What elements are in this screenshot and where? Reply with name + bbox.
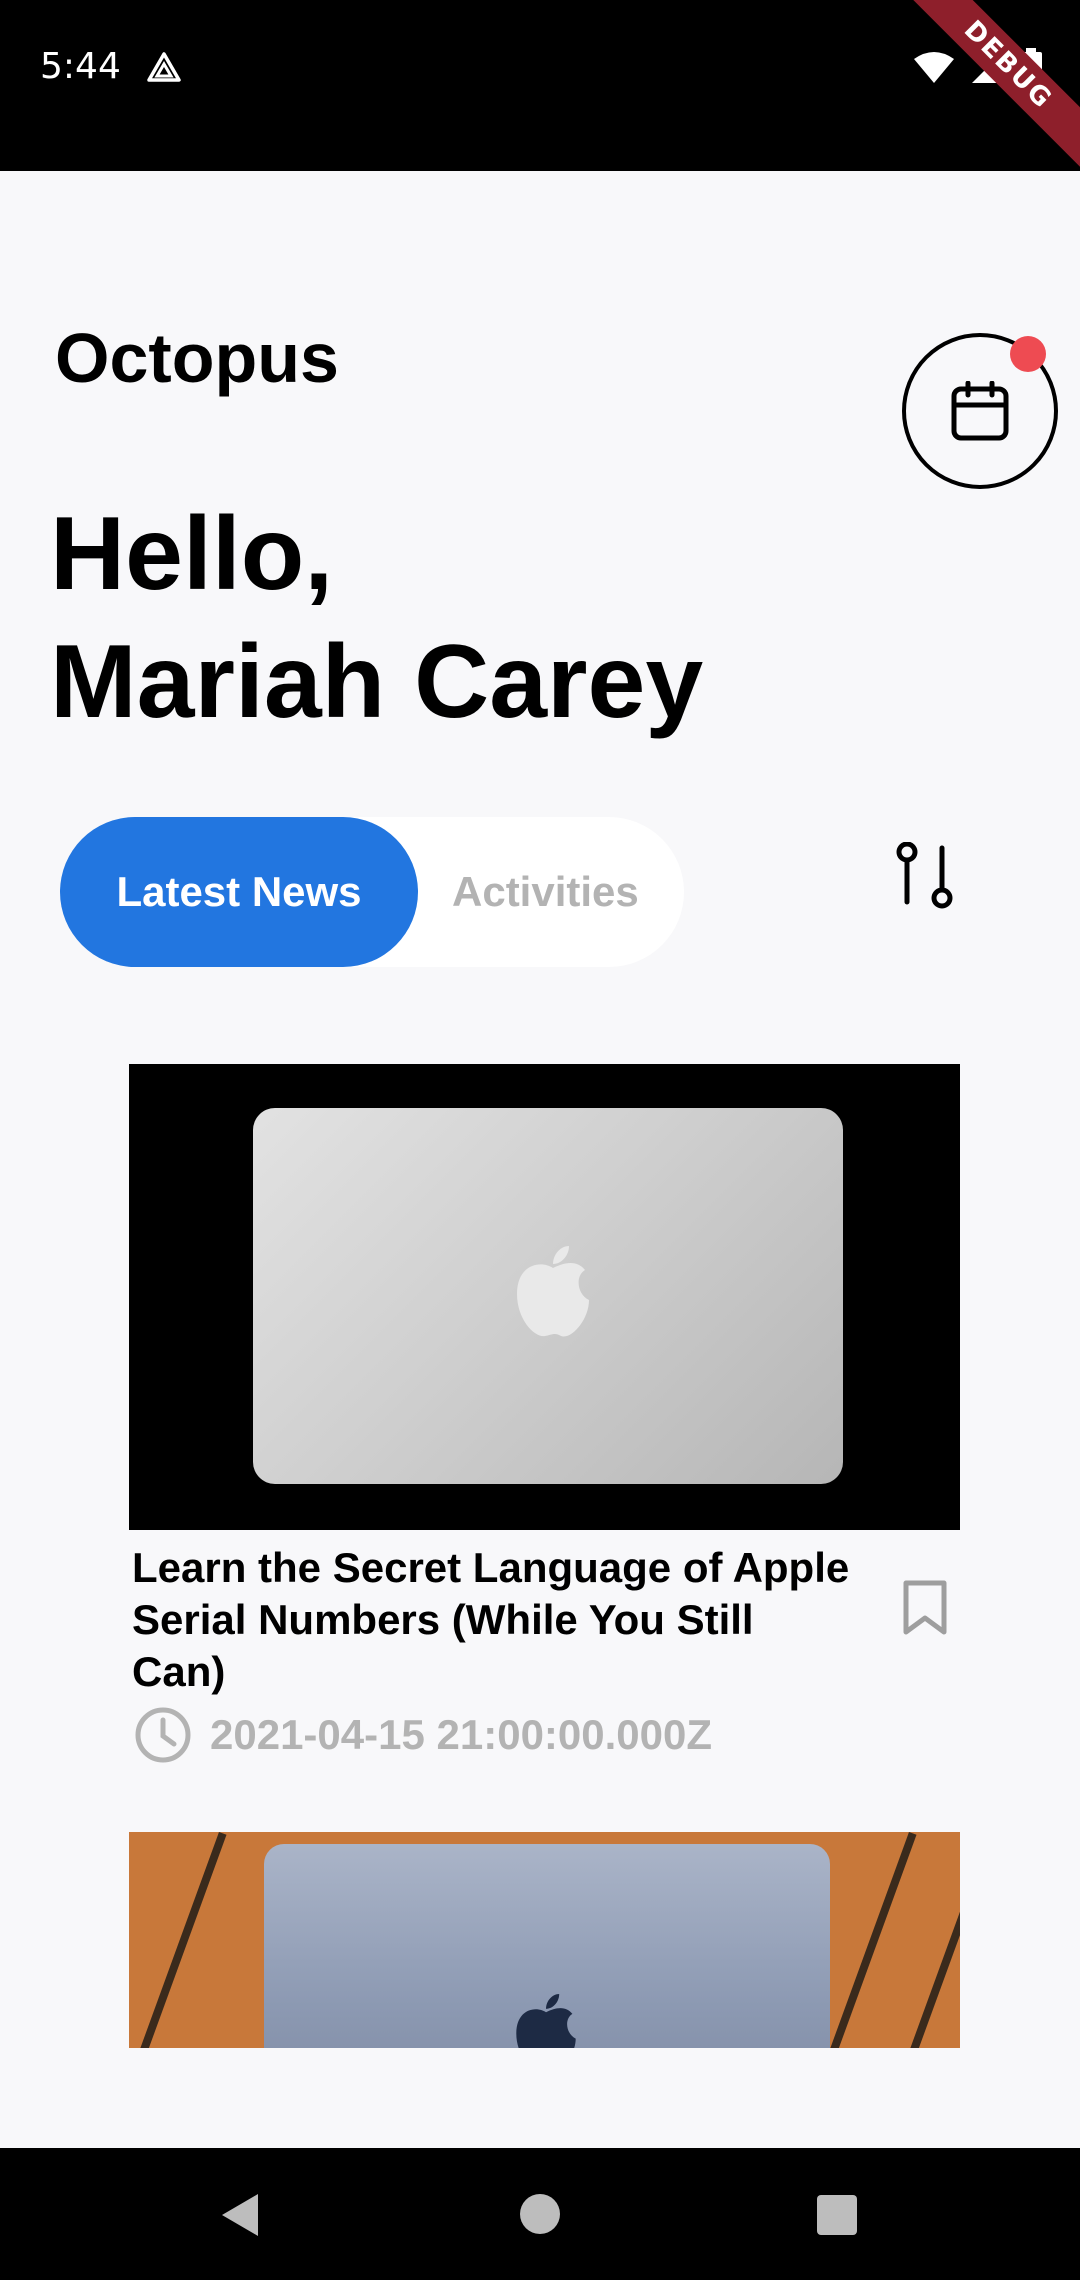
- article-date: 2021-04-15 21:00:00.000Z: [210, 1711, 713, 1758]
- article-image-silver-macbook[interactable]: [129, 1064, 960, 1530]
- status-bar: 5:44 DEBUG: [0, 0, 1080, 171]
- app-title: Octopus: [55, 319, 339, 397]
- status-time: 5:44: [40, 46, 121, 87]
- bookmark-icon[interactable]: [900, 1580, 950, 1636]
- tab-latest-news[interactable]: Latest News: [60, 817, 418, 967]
- system-nav-bar: [0, 2148, 1080, 2280]
- plank-line: [820, 1832, 917, 2048]
- triangle-app-icon: [147, 52, 181, 82]
- filter-sliders-icon[interactable]: [890, 842, 960, 916]
- greeting: Hello, Mariah Carey: [50, 490, 703, 746]
- clock-icon: [135, 1707, 191, 1763]
- article-image-blue-macbook[interactable]: [129, 1832, 960, 2048]
- plank-line: [130, 1832, 227, 2048]
- article-title[interactable]: Learn the Secret Language of Apple Seria…: [132, 1542, 852, 1698]
- plank-line: [900, 1832, 960, 2048]
- article-meta: 2021-04-15 21:00:00.000Z: [134, 1706, 712, 1764]
- notification-dot: [1010, 336, 1046, 372]
- apple-logo-icon: [516, 1994, 576, 2048]
- greeting-user-name: Mariah Carey: [50, 624, 704, 740]
- greeting-line-1: Hello,: [50, 496, 334, 612]
- recents-square-icon[interactable]: [817, 2195, 857, 2235]
- apple-logo-icon: [517, 1246, 589, 1337]
- tab-activities[interactable]: Activities: [452, 817, 692, 967]
- wifi-icon: [914, 52, 954, 83]
- back-triangle-icon[interactable]: [218, 2192, 262, 2238]
- tab-switcher: Latest News Activities: [60, 817, 684, 967]
- calendar-icon: [951, 381, 1009, 441]
- home-circle-icon[interactable]: [520, 2194, 560, 2234]
